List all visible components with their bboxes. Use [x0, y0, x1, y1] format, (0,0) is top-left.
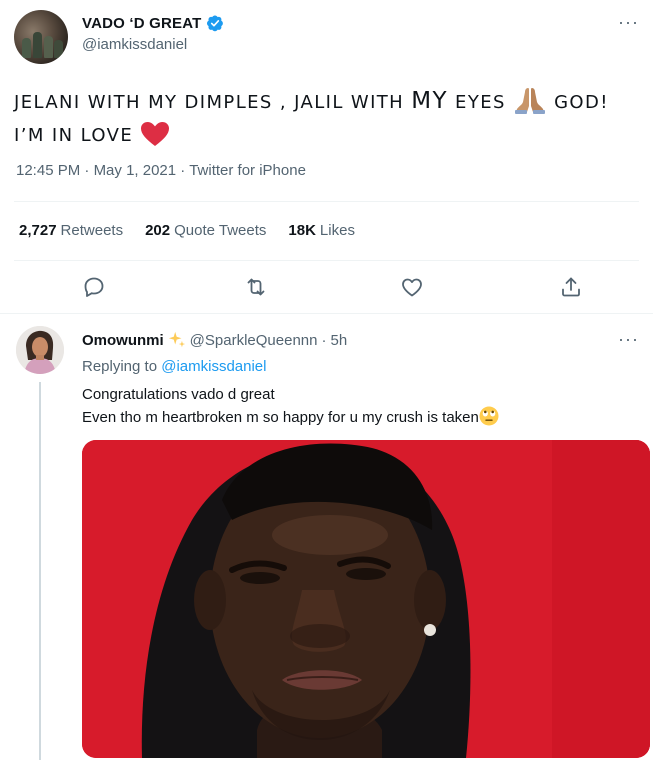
reply-time[interactable]: 5h: [330, 332, 347, 349]
meta-separator: ·: [176, 162, 190, 179]
divider: [14, 260, 639, 261]
reply-text-line2: Even tho m heartbroken m so happy for u …: [82, 409, 479, 426]
folded-hands-emoji-icon: [514, 88, 545, 114]
reply-avatar-image: [16, 326, 64, 374]
reply-text-line2-wrap: Even tho m heartbroken m so happy for u …: [82, 406, 499, 429]
like-icon: [402, 278, 422, 297]
reply-media-photo[interactable]: [82, 440, 650, 758]
reply-author-handle[interactable]: @SparkleQueennn: [190, 332, 318, 349]
quotes-count: 202: [145, 222, 171, 239]
likes-label: Likes: [319, 222, 355, 239]
retweets-stat[interactable]: 2,727 Retweets: [19, 222, 123, 239]
portrait-photo: [82, 440, 650, 758]
thread-line: [39, 382, 41, 760]
more-options-button[interactable]: ···: [618, 12, 639, 33]
divider: [14, 201, 639, 202]
face-with-rolling-eyes-emoji-icon: [479, 406, 499, 426]
retweet-button[interactable]: [241, 272, 271, 302]
like-button[interactable]: [397, 272, 427, 302]
author-name-text[interactable]: VADO ‘D GREAT: [82, 15, 202, 32]
tweet-text-part1: JELANI WITH MY DIMPLES , JALIL WITH: [14, 92, 412, 113]
share-icon: [562, 277, 580, 297]
likes-stat[interactable]: 18K Likes: [288, 222, 355, 239]
red-heart-emoji-icon: [141, 122, 170, 146]
reply-more-options-button[interactable]: ···: [618, 329, 639, 350]
sparkles-emoji-icon: [168, 331, 185, 348]
reply-button[interactable]: [79, 272, 109, 302]
tweet-actions: [0, 272, 653, 302]
share-button[interactable]: [556, 272, 586, 302]
quote-tweets-stat[interactable]: 202 Quote Tweets: [145, 222, 266, 239]
author-avatar[interactable]: [14, 10, 68, 64]
tweet-stats: 2,727 Retweets 202 Quote Tweets 18K Likes: [19, 222, 355, 239]
likes-count: 18K: [288, 222, 316, 239]
retweets-label: Retweets: [60, 222, 124, 239]
tweet-time[interactable]: 12:45 PM: [16, 162, 80, 179]
reply-tweet[interactable]: Omowunmi @SparkleQueennn · 5h ··· Replyi…: [0, 314, 653, 760]
tweet-text-big: MY: [411, 88, 448, 114]
reply-text-line1: Congratulations vado d great: [82, 386, 275, 403]
verified-badge-icon: [206, 15, 223, 32]
replying-to-link[interactable]: @iamkissdaniel: [161, 358, 266, 375]
replying-prefix: Replying to: [82, 358, 162, 375]
tweet-text: JELANI WITH MY DIMPLES , JALIL WITH MY E…: [14, 85, 639, 152]
author-name[interactable]: VADO ‘D GREAT: [82, 14, 224, 32]
quotes-label: Quote Tweets: [174, 222, 267, 239]
tweet-source[interactable]: Twitter for iPhone: [189, 162, 306, 179]
reply-avatar[interactable]: [16, 326, 64, 374]
reply-text: Congratulations vado d great Even tho m …: [82, 384, 499, 429]
tweet-meta: 12:45 PM · May 1, 2021 · Twitter for iPh…: [16, 162, 306, 179]
meta-separator: ·: [80, 162, 94, 179]
reply-dot: ·: [321, 331, 327, 349]
reply-icon: [84, 277, 104, 297]
replying-to: Replying to @iamkissdaniel: [82, 358, 266, 375]
tweet-text-part2: EYES: [447, 92, 513, 113]
retweet-icon: [247, 278, 265, 296]
reply-author-name[interactable]: Omowunmi: [82, 332, 164, 349]
retweets-count: 2,727: [19, 222, 57, 239]
tweet-date[interactable]: May 1, 2021: [94, 162, 177, 179]
author-handle[interactable]: @iamkissdaniel: [82, 36, 187, 53]
reply-header: Omowunmi @SparkleQueennn · 5h: [82, 331, 347, 349]
